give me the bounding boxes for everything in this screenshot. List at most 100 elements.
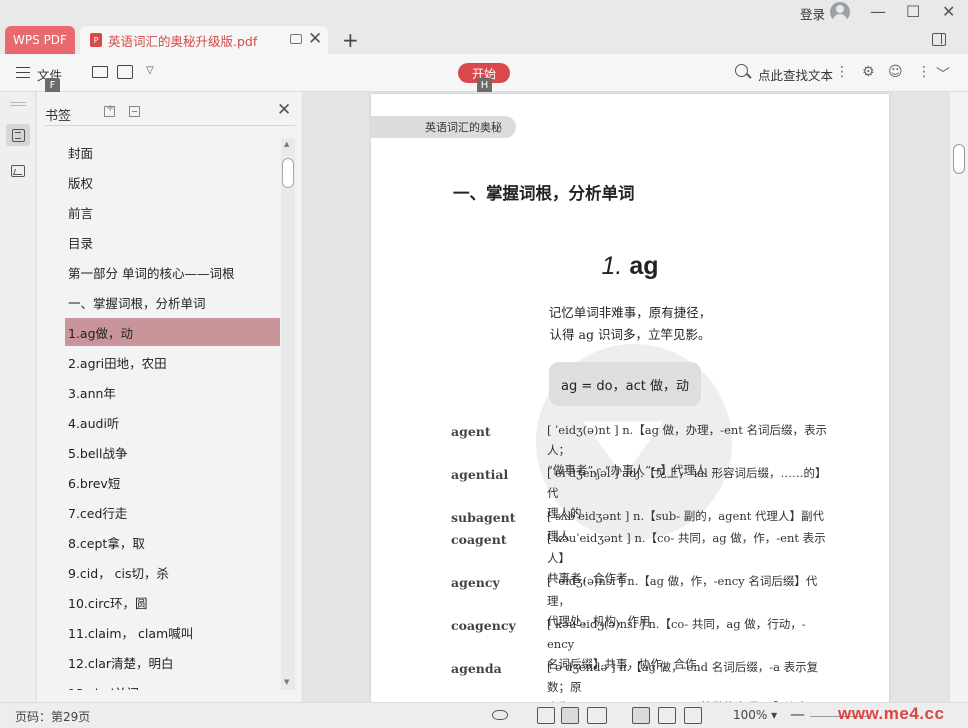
root-formula: ag = do，act 做，动 [549, 362, 701, 406]
fit-page-icon[interactable] [658, 707, 676, 724]
zoom-level-select[interactable]: 100% ▾ [733, 708, 777, 722]
bookmark-item[interactable]: 12.clar清楚，明白 [65, 648, 280, 676]
entry-definition-line: [ əˈdʒendə ] n.【ag 做，-end 名词后缀，-a 表示复数；原 [547, 660, 819, 694]
entry-definition-line: [ ˈeidʒ(ə)nt ] n.【ag 做，办理，-ent 名词后缀，表示人； [547, 423, 828, 457]
running-header: 英语词汇的奥秘 [371, 116, 516, 138]
entry-word: agenda [451, 661, 502, 676]
root-word: ag [629, 252, 659, 280]
more-options-icon[interactable]: ⋮ [917, 64, 931, 80]
entry-word: coagency [451, 618, 516, 633]
entry-word: coagent [451, 532, 507, 547]
status-bar: 页码：第29页 100% ▾ — www.me4.cc [0, 702, 968, 728]
fit-width-icon[interactable] [684, 707, 702, 724]
open-folder-icon[interactable] [92, 66, 108, 78]
bookmark-item[interactable]: 4.audi听 [65, 408, 280, 436]
entry-word: agential [451, 467, 509, 482]
bookmark-item[interactable]: 前言 [65, 198, 280, 226]
print-icon[interactable] [117, 65, 133, 79]
bookmark-item[interactable]: 9.cid， cis切，杀 [65, 558, 280, 586]
bookmark-item[interactable]: 第一部分 单词的核心——词根 [65, 258, 280, 286]
scroll-down-icon[interactable]: ▼ [284, 678, 289, 686]
new-tab-button[interactable]: + [342, 28, 359, 52]
pdf-file-icon: P [90, 33, 102, 47]
pin-window-icon[interactable] [290, 34, 302, 44]
bookmark-item[interactable]: 封面 [65, 138, 280, 166]
settings-gear-icon[interactable]: ⚙ [862, 64, 875, 80]
bookmark-list-icon [11, 128, 25, 142]
bookmark-item[interactable]: 目录 [65, 228, 280, 256]
collapse-ribbon-icon[interactable]: ﹀ [936, 64, 950, 84]
bookmark-item[interactable]: 8.cept拿，取 [65, 528, 280, 556]
close-window-button[interactable]: ✕ [942, 2, 955, 21]
root-title: 1. ag [371, 252, 889, 281]
zoom-caret-icon: ▾ [771, 708, 778, 722]
bookmark-item[interactable]: 1.ag做，动 [65, 318, 280, 346]
scroll-up-icon[interactable]: ▲ [284, 140, 289, 148]
bookmark-item[interactable]: 2.agri田地，农田 [65, 348, 280, 376]
entry-word: subagent [451, 510, 516, 525]
bookmark-item[interactable]: 6.brev短 [65, 468, 280, 496]
add-bookmark-icon[interactable] [104, 103, 115, 117]
maximize-window-button[interactable]: ☐ [906, 2, 920, 21]
bookmark-item[interactable]: 11.claim， clam喊叫 [65, 618, 280, 646]
entry-word: agency [451, 575, 500, 590]
eye-protection-icon[interactable] [492, 710, 508, 720]
bookmark-item[interactable]: 10.circ环，圆 [65, 588, 280, 616]
quick-access-dropdown-icon[interactable]: ▽ [146, 65, 154, 76]
site-watermark: www.me4.cc [838, 704, 945, 723]
thumbnail-panel-button[interactable] [6, 160, 30, 182]
bookmark-panel-button[interactable] [6, 124, 30, 146]
bookmark-panel: 书签 ✕ 封面版权前言目录第一部分 单词的核心——词根一、掌握词根，分析单词1.… [37, 92, 303, 702]
main-toolbar: 文件 F ▽ 开始 H 点此查找文本 ⋮ ⚙ ☺ ⋮ ﹀ [0, 54, 968, 93]
user-avatar-icon[interactable] [830, 2, 850, 22]
search-icon[interactable] [735, 64, 748, 77]
document-tab[interactable]: P 英语词汇的奥秘升级版.pdf ✕ [80, 26, 328, 54]
bookmark-panel-title: 书签 [45, 109, 72, 124]
close-tab-icon[interactable]: ✕ [308, 29, 322, 49]
entry-definition-line: [ ˈeidʒ(ə)nsi ] n.【ag 做，作，-ency 名词后缀】代理， [547, 574, 818, 608]
bookmark-scrollbar-thumb[interactable] [282, 158, 294, 188]
zoom-out-button[interactable]: — [790, 705, 805, 723]
entry-definition-line: [ eiˈdʒenʃəl ] adj.【见上，-ial 形容词后缀，……的】代 [547, 466, 827, 500]
search-options-icon[interactable]: ⋮ [835, 64, 849, 80]
file-shortcut-hint: F [45, 78, 60, 93]
pdf-page[interactable]: 英语词汇的奥秘 一、掌握词根，分析单词 1. ag 记忆单词非难事，原有捷径， … [371, 94, 889, 702]
bookmark-scrollbar[interactable]: ▲ ▼ [281, 138, 295, 690]
start-shortcut-hint: H [477, 78, 492, 93]
bookmark-item[interactable]: 版权 [65, 168, 280, 196]
bookmark-item[interactable]: 5.bell战争 [65, 438, 280, 466]
title-bar: WPS PDF P 英语词汇的奥秘升级版.pdf ✕ + 登录 — ☐ ✕ [0, 0, 968, 54]
remove-bookmark-icon[interactable] [129, 106, 140, 117]
menu-icon[interactable] [16, 67, 30, 78]
wps-pdf-tab-label: WPS PDF [13, 33, 67, 47]
bookmark-list: 封面 版权 前言 目录 第一部分 单词的核心——词根 一、掌握词根，分析单词 1.ag做，动… [37, 138, 281, 690]
actual-size-icon[interactable] [632, 707, 650, 724]
login-link[interactable]: 登录 [800, 4, 825, 23]
panel-divider [45, 125, 295, 126]
bookmark-item[interactable]: 13.clud关闭 [65, 678, 280, 691]
thumbnail-image-icon [11, 165, 25, 177]
slogan-line-2: 认得 ag 识词多，立竿见影。 [549, 327, 711, 342]
rail-grip-icon [10, 102, 26, 106]
feedback-icon[interactable]: ☺ [888, 64, 903, 80]
bookmark-item[interactable]: 3.ann年 [65, 378, 280, 406]
slogan-line-1: 记忆单词非难事，原有捷径， [548, 305, 712, 320]
entry-definition: [ əˈdʒendə ] n.【ag 做，-end 名词后缀，-a 表示复数；原… [547, 657, 829, 702]
sidebar-toggle-icon[interactable] [932, 33, 946, 46]
close-panel-icon[interactable]: ✕ [277, 100, 291, 120]
entry-word: agent [451, 424, 491, 439]
document-scrollbar[interactable] [950, 92, 968, 702]
find-text-button[interactable]: 点此查找文本 [758, 65, 833, 84]
continuous-view-icon[interactable] [561, 707, 579, 724]
entry-definition-line: [ kəuˈeidʒənt ] n.【co- 共同，ag 做，作，-ent 表示… [547, 531, 826, 565]
section-heading: 一、掌握词根，分析单词 [453, 184, 635, 203]
two-page-view-icon[interactable] [587, 707, 607, 724]
single-page-view-icon[interactable] [537, 707, 555, 724]
wps-pdf-tab[interactable]: WPS PDF [5, 26, 75, 54]
document-scrollbar-thumb[interactable] [953, 144, 965, 174]
bookmark-item[interactable]: 7.ced行走 [65, 498, 280, 526]
minimize-window-button[interactable]: — [870, 2, 886, 21]
bookmark-item[interactable]: 一、掌握词根，分析单词 [65, 288, 280, 316]
page-indicator[interactable]: 页码：第29页 [15, 708, 90, 725]
document-viewer[interactable]: 英语词汇的奥秘 一、掌握词根，分析单词 1. ag 记忆单词非难事，原有捷径， … [304, 92, 968, 702]
